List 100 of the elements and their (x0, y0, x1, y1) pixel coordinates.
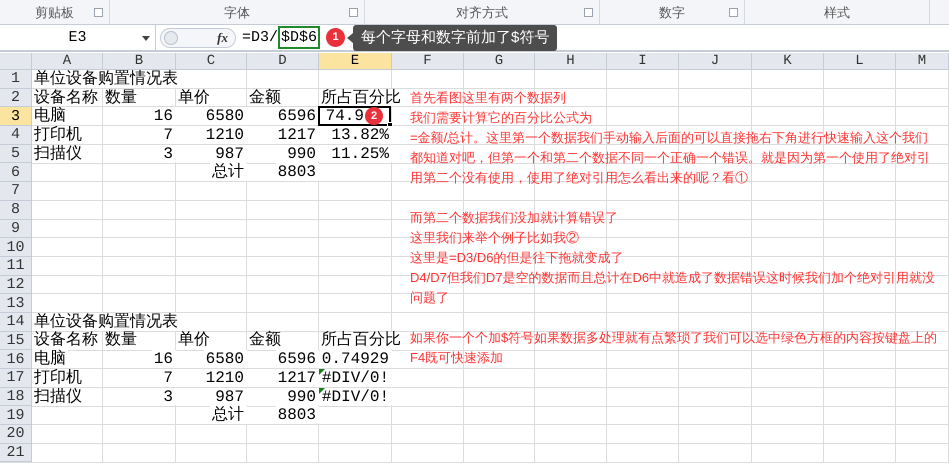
column-header[interactable]: F (392, 53, 464, 70)
row-header[interactable]: 4 (0, 126, 32, 145)
table-cell: 打印机 (32, 126, 84, 144)
row-header[interactable]: 17 (0, 369, 32, 388)
table-cell: 扫描仪 (32, 144, 84, 162)
table-cell: 990 (285, 144, 319, 162)
table-cell: 6580 (204, 107, 247, 126)
table-cell: 3 (161, 388, 176, 406)
row-header[interactable]: 15 (0, 332, 32, 350)
selected-cell[interactable]: 74.9 2 (318, 106, 391, 126)
row-header[interactable]: 7 (0, 182, 32, 201)
dialog-launcher-icon[interactable] (349, 8, 358, 17)
step-badge: 1 (326, 28, 346, 47)
row-header[interactable]: 2 (0, 88, 32, 108)
annotation-text: 而第二个数据我们没加就计算错误了 (410, 209, 619, 227)
table-cell: 所占百分比 (319, 332, 403, 350)
table-cell: 1210 (204, 126, 247, 144)
table-cell: 1217 (276, 369, 319, 387)
table-cell: 16 (152, 107, 176, 126)
row-header[interactable]: 16 (0, 350, 32, 369)
dialog-launcher-icon[interactable] (94, 8, 103, 17)
row-header[interactable]: 20 (0, 425, 32, 444)
row-header[interactable]: 21 (0, 444, 32, 462)
group-label: 字体 (224, 6, 250, 18)
dialog-launcher-icon[interactable] (584, 8, 593, 17)
column-header[interactable]: A (32, 53, 103, 70)
table-cell: 990 (285, 388, 319, 406)
step-badge: 2 (365, 107, 383, 126)
table-cell: 金额 (247, 332, 283, 350)
row-header[interactable]: 8 (0, 200, 32, 220)
table-cell: 8803 (276, 163, 319, 182)
table-cell: 数量 (103, 88, 139, 106)
callout-tooltip: 每个字母和数字前加了$符号 (347, 24, 558, 50)
column-header[interactable]: M (896, 53, 949, 70)
column-header[interactable]: D (247, 53, 319, 70)
column-header[interactable]: J (679, 53, 752, 70)
row-header[interactable]: 11 (0, 256, 32, 276)
column-header[interactable]: K (752, 53, 824, 70)
table-cell: 所占百分比 (319, 88, 403, 106)
annotation-text: 我们需要计算它的百分比公式为 (410, 109, 593, 127)
row-header[interactable]: 10 (0, 238, 32, 257)
name-box[interactable]: E3 (0, 25, 156, 50)
table-cell: 16 (152, 350, 176, 368)
table-cell: 8803 (276, 406, 319, 424)
table-cell: 总计 (210, 163, 247, 182)
annotation-text: 这里是=D3/D6的但是往下拖就变成了 (410, 249, 624, 267)
table-cell: 3 (161, 144, 176, 162)
group-label: 样式 (824, 6, 850, 18)
formula-text: =D3/ (242, 30, 278, 45)
row-header[interactable]: 14 (0, 312, 32, 332)
column-header[interactable]: H (535, 53, 607, 70)
annotation-text: 这里我们来举个例子比如我② (410, 229, 580, 247)
table-cell: 数量 (103, 332, 139, 350)
dialog-launcher-icon[interactable] (729, 8, 738, 17)
table-cell: 打印机 (32, 369, 84, 387)
slider-handle-icon[interactable] (164, 30, 178, 44)
table-cell: 总计 (210, 406, 247, 424)
table-cell: 设备名称 (32, 88, 100, 106)
table-cell: 单价 (176, 332, 212, 350)
highlighted-reference: $D$6 (278, 26, 320, 49)
group-label: 剪贴板 (35, 6, 74, 18)
annotation-text: =金额/总计。这里第一个数据我们手动输入后面的可以直接拖右下角进行快速输入这个我们都知道对吧，但第一个和第二个数据不同一个正确一个错误。就是因为第一个使用了绝对引用第二个没有使用，使用了绝对引用怎么看出来的呢？看① (410, 129, 931, 187)
table-cell: 0.74929 (320, 350, 392, 368)
group-label: 对齐方式 (456, 6, 508, 18)
row-header[interactable]: 19 (0, 406, 32, 426)
annotation-text: D4/D7但我们D7是空的数据而且总计在D6中就造成了数据错误这时候我们加个绝对引用就没问题了 (410, 269, 936, 307)
row-header[interactable]: 18 (0, 388, 32, 406)
table-cell: 1217 (276, 126, 319, 144)
table-cell: 6596 (276, 350, 319, 368)
table-cell: 987 (213, 388, 247, 406)
row-header[interactable]: 3 (0, 107, 32, 126)
table-cell: 单位设备购置情况表 (32, 70, 180, 88)
table-cell: 单位设备购置情况表 (32, 312, 180, 331)
group-label: 数字 (659, 6, 685, 18)
column-header[interactable]: I (607, 53, 679, 70)
insert-function-button[interactable]: fx (217, 31, 228, 44)
table-cell: 1210 (204, 369, 247, 387)
column-header[interactable]: C (176, 53, 247, 70)
table-cell: 金额 (247, 88, 283, 106)
column-header[interactable]: B (103, 53, 176, 70)
column-header[interactable]: L (824, 53, 896, 70)
row-header[interactable]: 1 (0, 70, 32, 89)
row-header[interactable]: 5 (0, 144, 32, 164)
table-cell: 扫描仪 (32, 388, 84, 406)
row-header[interactable]: 6 (0, 163, 32, 182)
row-header[interactable]: 13 (0, 294, 32, 313)
annotation-text: 如果你一个个加$符号如果数据多处理就有点繁琐了我们可以选中绿色方框的内容按键盘上的F4既可快速添加 (410, 329, 938, 367)
row-header[interactable]: 9 (0, 220, 32, 238)
table-cell: 987 (213, 144, 247, 162)
row-header[interactable]: 12 (0, 276, 32, 294)
table-cell: 单价 (176, 88, 212, 106)
table-cell: 6580 (204, 350, 247, 368)
annotation-text: 首先看图这里有两个数据列 (410, 89, 567, 107)
table-cell: 电脑 (32, 350, 68, 368)
column-header[interactable]: G (464, 53, 535, 70)
column-header[interactable]: E (319, 53, 392, 70)
caret-icon[interactable] (142, 36, 150, 41)
table-cell: #DIV/0! (319, 388, 392, 406)
table-cell: #DIV/0! (319, 369, 392, 387)
select-all-button[interactable] (0, 53, 32, 70)
